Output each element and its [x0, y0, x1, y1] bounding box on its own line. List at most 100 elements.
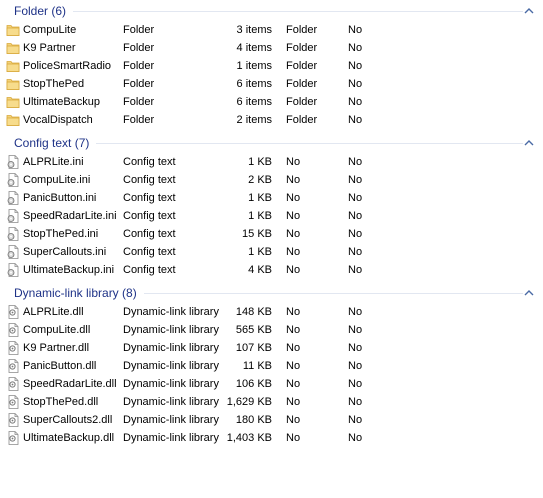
file-name: PoliceSmartRadio — [23, 60, 112, 72]
file-row[interactable]: CompuLite Folder 3 items Folder No — [0, 21, 543, 39]
file-name: SuperCallouts2.dll — [23, 414, 113, 426]
file-name: PanicButton.ini — [23, 192, 97, 204]
file-attribute-2: No — [348, 156, 363, 168]
file-size: 148 KB — [235, 306, 272, 318]
group-header-folders[interactable]: Folder (6) — [0, 2, 543, 20]
config-file-icon — [7, 245, 19, 259]
file-row[interactable]: UltimateBackup Folder 6 items Folder No — [0, 93, 543, 111]
file-row[interactable]: SuperCallouts.ini Config text 1 KB No No — [0, 243, 543, 261]
group-divider — [96, 142, 523, 144]
file-row[interactable]: UltimateBackup.dll Dynamic-link library 1,… — [0, 429, 543, 447]
group-dynamic-link-library: Dynamic-link library (8) ALPRLite.dll Dyn… — [0, 284, 543, 447]
folder-icon — [6, 25, 20, 36]
file-attribute-2: No — [348, 432, 363, 444]
file-name: StopThePed.dll — [23, 396, 99, 408]
file-row[interactable]: PanicButton.dll Dynamic-link library 11 KB… — [0, 357, 543, 375]
file-row[interactable]: UltimateBackup.ini Config text 4 KB No No — [0, 261, 543, 279]
file-attribute: Folder — [286, 114, 318, 126]
file-attribute: No — [286, 210, 301, 222]
file-row[interactable]: ALPRLite.ini Config text 1 KB No No — [0, 153, 543, 171]
chevron-up-icon[interactable] — [523, 137, 535, 149]
file-row[interactable]: StopThePed.ini Config text 15 KB No No — [0, 225, 543, 243]
file-attribute-2: No — [348, 78, 363, 90]
file-row[interactable]: PanicButton.ini Config text 1 KB No No — [0, 189, 543, 207]
file-type: Config text — [123, 210, 176, 222]
file-size: 107 KB — [235, 342, 272, 354]
file-row[interactable]: SpeedRadarLite.ini Config text 1 KB No No — [0, 207, 543, 225]
file-type: Folder — [123, 60, 155, 72]
file-size: 2 KB — [248, 174, 272, 186]
file-size: 180 KB — [235, 414, 272, 426]
file-name: SpeedRadarLite.dll — [23, 378, 117, 390]
config-file-icon — [7, 263, 19, 277]
file-attribute: Folder — [286, 96, 318, 108]
folder-icon — [6, 43, 20, 54]
file-size: 106 KB — [235, 378, 272, 390]
file-row[interactable]: VocalDispatch Folder 2 items Folder No — [0, 111, 543, 129]
file-name: UltimateBackup.dll — [23, 432, 115, 444]
file-type: Config text — [123, 228, 176, 240]
file-row[interactable]: SuperCallouts2.dll Dynamic-link library 18… — [0, 411, 543, 429]
file-attribute-2: No — [348, 174, 363, 186]
file-attribute-2: No — [348, 114, 363, 126]
file-attribute: Folder — [286, 42, 318, 54]
group-rows: ALPRLite.ini Config text 1 KB No No CompuLite… — [0, 153, 543, 279]
file-row[interactable]: PoliceSmartRadio Folder 1 items Folder No — [0, 57, 543, 75]
file-row[interactable]: StopThePed Folder 6 items Folder No — [0, 75, 543, 93]
file-name: K9 Partner.dll — [23, 342, 90, 354]
file-attribute-2: No — [348, 210, 363, 222]
file-name: UltimateBackup.ini — [23, 264, 115, 276]
file-row[interactable]: SpeedRadarLite.dll Dynamic-link library 10… — [0, 375, 543, 393]
config-file-icon — [7, 209, 19, 223]
file-type: Folder — [123, 96, 155, 108]
file-name: ALPRLite.ini — [23, 156, 84, 168]
config-file-icon — [7, 173, 19, 187]
file-type: Config text — [123, 156, 176, 168]
file-row[interactable]: K9 Partner.dll Dynamic-link library 107 KB… — [0, 339, 543, 357]
dll-file-icon — [8, 377, 19, 391]
file-attribute: No — [286, 156, 301, 168]
file-name: StopThePed.ini — [23, 228, 99, 240]
chevron-up-icon[interactable] — [523, 287, 535, 299]
file-type: Config text — [123, 264, 176, 276]
file-row[interactable]: CompuLite.ini Config text 2 KB No No — [0, 171, 543, 189]
file-attribute-2: No — [348, 96, 363, 108]
file-attribute-2: No — [348, 360, 363, 372]
group-title: Dynamic-link library (8) — [14, 286, 137, 300]
dll-file-icon — [8, 341, 19, 355]
file-attribute: No — [286, 396, 301, 408]
group-header-config-text[interactable]: Config text (7) — [0, 134, 543, 152]
file-size: 1 items — [236, 60, 272, 72]
file-size: 2 items — [236, 114, 272, 126]
dll-file-icon — [8, 413, 19, 427]
file-attribute-2: No — [348, 324, 363, 336]
group-divider — [73, 10, 523, 12]
group-rows: ALPRLite.dll Dynamic-link library 148 KB No… — [0, 303, 543, 447]
folder-icon — [6, 97, 20, 108]
file-attribute: Folder — [286, 60, 318, 72]
group-header-dynamic-link-library[interactable]: Dynamic-link library (8) — [0, 284, 543, 302]
config-file-icon — [7, 191, 19, 205]
dll-file-icon — [8, 359, 19, 373]
dll-file-icon — [8, 323, 19, 337]
group-title: Config text (7) — [14, 136, 90, 150]
file-size: 1 KB — [248, 192, 272, 204]
file-row[interactable]: K9 Partner Folder 4 items Folder No — [0, 39, 543, 57]
file-attribute-2: No — [348, 378, 363, 390]
folder-icon — [6, 79, 20, 90]
file-row[interactable]: StopThePed.dll Dynamic-link library 1,629 … — [0, 393, 543, 411]
file-row[interactable]: CompuLite.dll Dynamic-link library 565 KB N… — [0, 321, 543, 339]
file-name: CompuLite.dll — [23, 324, 91, 336]
file-attribute: No — [286, 174, 301, 186]
file-size: 4 KB — [248, 264, 272, 276]
chevron-up-icon[interactable] — [523, 5, 535, 17]
group-rows: CompuLite Folder 3 items Folder No K9 Partner… — [0, 21, 543, 129]
file-name: CompuLite.ini — [23, 174, 91, 186]
file-attribute-2: No — [348, 192, 363, 204]
file-attribute: No — [286, 306, 301, 318]
file-attribute-2: No — [348, 24, 363, 36]
file-type: Dynamic-link library — [123, 360, 219, 372]
file-type: Config text — [123, 174, 176, 186]
file-name: CompuLite — [23, 24, 77, 36]
file-row[interactable]: ALPRLite.dll Dynamic-link library 148 KB No… — [0, 303, 543, 321]
